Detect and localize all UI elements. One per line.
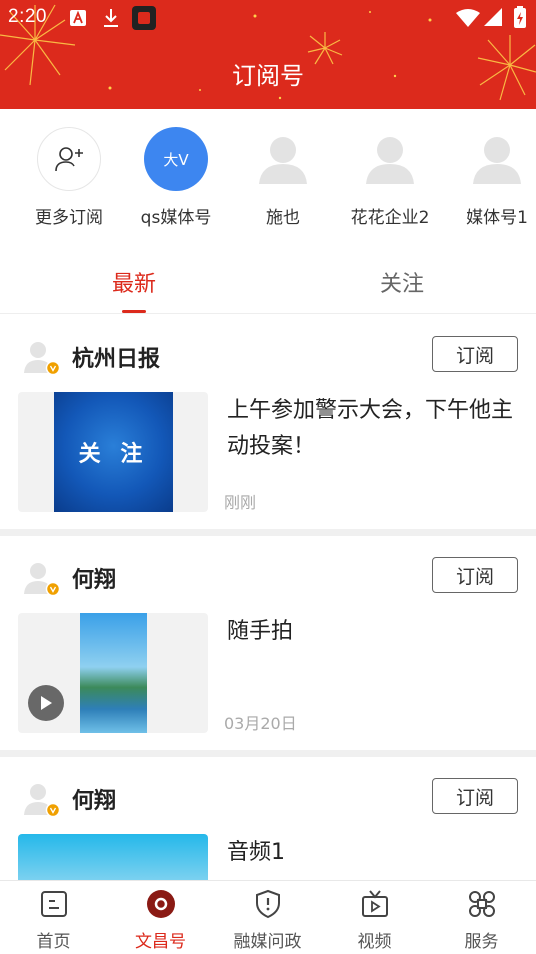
author-name: 何翔: [72, 789, 117, 814]
thumbnail-text: 关 注: [78, 442, 149, 467]
notification-a-icon: [70, 10, 86, 26]
nav-item-video[interactable]: 视频: [321, 887, 428, 952]
card-title[interactable]: 音频1: [227, 835, 522, 871]
card-thumbnail[interactable]: 关 注: [18, 392, 208, 512]
card-author[interactable]: 何翔: [24, 560, 117, 597]
subscribe-button[interactable]: 订阅: [432, 336, 518, 372]
nav-label: 视频: [357, 932, 392, 952]
sub-item-qs[interactable]: 大V qs媒体号: [121, 127, 231, 228]
battery-icon: [514, 6, 526, 28]
card-author[interactable]: 杭州日报: [24, 339, 161, 376]
services-icon: [465, 887, 499, 921]
card-thumbnail[interactable]: [18, 613, 208, 733]
shield-icon: [251, 887, 285, 921]
tab-following[interactable]: 关注: [332, 266, 472, 298]
nav-label: 首页: [36, 932, 71, 952]
sub-item-meiti1[interactable]: 媒体号1: [442, 127, 536, 228]
card-thumbnail[interactable]: [18, 834, 208, 880]
feed-card[interactable]: 杭州日报 订阅 关 注 上午参加警示大会，下午他主动投案！ 刚刚: [0, 315, 536, 529]
verified-user-icon: [24, 563, 61, 597]
default-avatar: [465, 127, 529, 191]
tab-latest[interactable]: 最新: [64, 266, 204, 298]
feed-tabs: 最新 关注: [0, 250, 536, 314]
page-title: 订阅号: [232, 62, 304, 90]
card-separator: [0, 750, 536, 757]
nav-item-home[interactable]: 首页: [0, 887, 107, 952]
card-author[interactable]: 何翔: [24, 781, 117, 818]
subscribe-button[interactable]: 订阅: [432, 557, 518, 593]
subscriptions-row: 更多订阅 大V qs媒体号 施也 花花企业2 媒体号1: [0, 109, 536, 247]
default-avatar: [358, 127, 422, 191]
nav-item-rongmei[interactable]: 融媒问政: [214, 887, 321, 952]
user-placeholder-icon: [366, 137, 414, 184]
bigv-avatar: 大V: [144, 127, 208, 191]
thumbnail-image: [80, 613, 147, 733]
signal-icon: [484, 8, 502, 26]
card-title[interactable]: 上午参加警示大会，下午他主动投案！: [227, 393, 522, 465]
verified-user-icon: [24, 342, 61, 376]
sub-item-label: 媒体号1: [466, 208, 528, 228]
user-placeholder-icon: [259, 137, 307, 184]
home-icon: [37, 887, 71, 921]
user-placeholder-icon: [473, 137, 521, 184]
add-subscription-avatar: [37, 127, 101, 191]
thumbnail-image: 关 注: [54, 392, 173, 512]
feed-card[interactable]: 何翔 订阅 随手拍 03月20日: [0, 536, 536, 750]
card-separator: [0, 529, 536, 536]
nav-item-services[interactable]: 服务: [428, 887, 535, 952]
feed-list: 杭州日报 订阅 关 注 上午参加警示大会，下午他主动投案！ 刚刚 何翔 订阅 随…: [0, 315, 536, 880]
card-date: 03月20日: [224, 714, 297, 733]
tv-icon: [358, 887, 392, 921]
nav-item-wenchang[interactable]: 文昌号: [107, 887, 214, 952]
app-notification-icon: [132, 6, 156, 30]
default-avatar: [251, 127, 315, 191]
sub-item-label: 施也: [266, 208, 300, 228]
status-bar: 2:20: [0, 0, 536, 36]
verified-user-icon: [24, 784, 61, 818]
card-title[interactable]: 随手拍: [227, 614, 522, 650]
sub-item-label: 更多订阅: [35, 208, 103, 228]
nav-label: 文昌号: [135, 932, 186, 952]
sub-item-label: 花花企业2: [350, 208, 430, 228]
bottom-nav: 首页 文昌号 融媒问政 视频 服务: [0, 880, 536, 954]
wenchang-icon: [144, 887, 178, 921]
play-icon: [41, 696, 52, 710]
sub-item-shiye[interactable]: 施也: [228, 127, 338, 228]
play-button[interactable]: [28, 685, 64, 721]
bigv-badge-text: 大V: [163, 150, 189, 169]
subscribe-button[interactable]: 订阅: [432, 778, 518, 814]
download-icon: [104, 9, 118, 27]
author-avatar: [24, 781, 61, 818]
nav-label: 服务: [464, 932, 499, 952]
sub-item-label: qs媒体号: [140, 208, 212, 228]
sub-item-more[interactable]: 更多订阅: [14, 127, 124, 228]
feed-card[interactable]: 何翔 订阅 音频1: [0, 757, 536, 880]
card-date: 刚刚: [224, 493, 257, 512]
author-avatar: [24, 339, 61, 376]
author-name: 何翔: [72, 568, 117, 593]
sub-item-huahua[interactable]: 花花企业2: [335, 127, 445, 228]
status-time: 2:20: [8, 6, 47, 27]
author-name: 杭州日报: [72, 347, 161, 372]
wifi-icon: [456, 9, 480, 27]
active-tab-indicator: [122, 310, 146, 313]
author-avatar: [24, 560, 61, 597]
add-user-icon: [55, 147, 83, 172]
header: 2:20 订阅号: [0, 0, 536, 109]
nav-label: 融媒问政: [233, 932, 302, 952]
